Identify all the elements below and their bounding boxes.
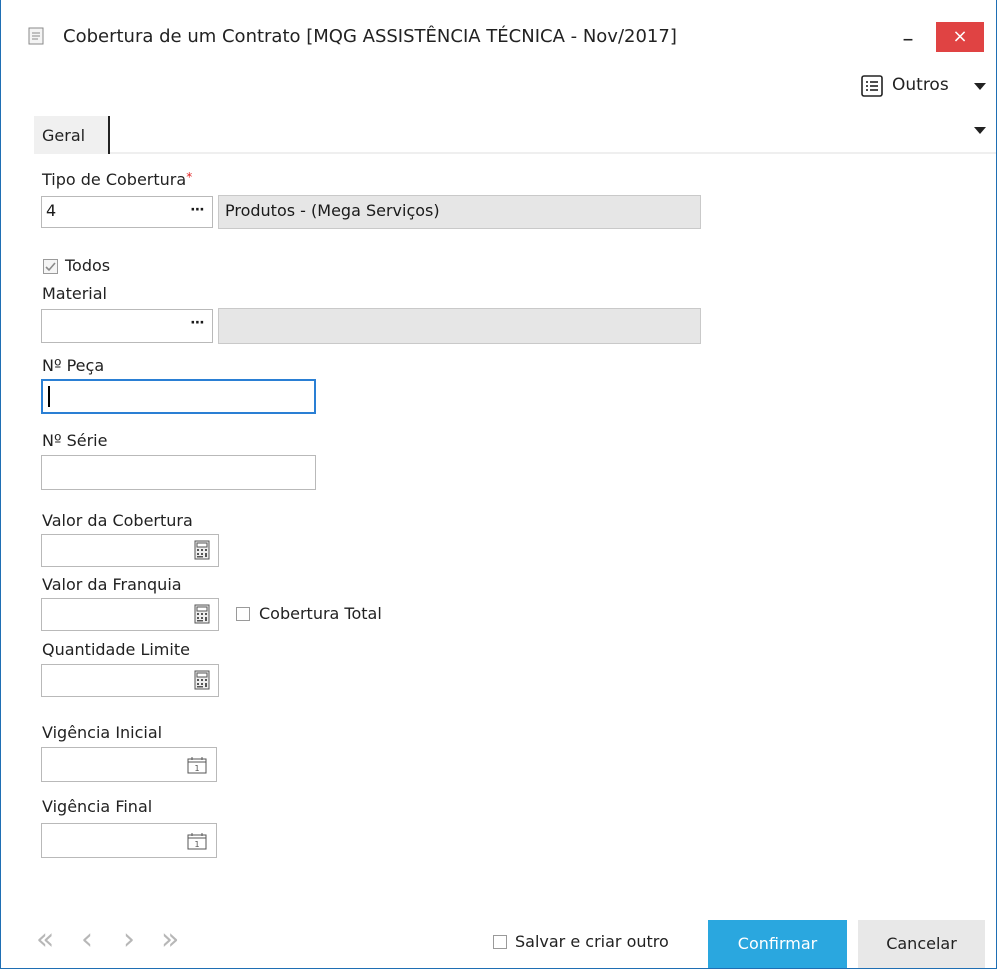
numero-peca-input[interactable] [41, 379, 316, 414]
tabs-overflow-chevron-icon[interactable] [974, 127, 986, 135]
todos-checkbox[interactable]: Todos [43, 256, 133, 278]
material-label: Material [42, 284, 107, 303]
salvar-criar-outro-checkbox[interactable]: Salvar e criar outro [493, 932, 703, 954]
nav-first-button[interactable]: « [36, 925, 68, 955]
vigencia-final-label: Vigência Final [42, 797, 153, 816]
tab-strip: Geral [34, 116, 996, 154]
checkbox-box [493, 935, 507, 949]
svg-text:1: 1 [194, 840, 199, 849]
list-icon [861, 75, 883, 97]
material-code-input[interactable] [41, 309, 186, 343]
chevron-down-icon [974, 83, 986, 90]
svg-text:1: 1 [194, 764, 199, 773]
calendar-icon[interactable]: 1 [187, 832, 207, 850]
window-icon [28, 27, 44, 45]
tipo-cobertura-code-input[interactable]: 4 [41, 196, 186, 228]
numero-serie-label: Nº Série [42, 431, 108, 450]
tab-geral[interactable]: Geral [34, 116, 110, 154]
calculator-icon[interactable] [194, 670, 210, 690]
calendar-icon[interactable]: 1 [187, 756, 207, 774]
cobertura-total-checkbox[interactable]: Cobertura Total [236, 604, 411, 626]
salvar-criar-outro-label: Salvar e criar outro [515, 932, 669, 951]
close-button[interactable]: × [936, 22, 984, 52]
valor-franquia-label: Valor da Franquia [42, 575, 182, 594]
calculator-icon[interactable] [194, 540, 210, 560]
quantidade-limite-label: Quantidade Limite [42, 640, 190, 659]
nav-next-button[interactable]: › [123, 925, 147, 955]
outros-menu[interactable]: Outros [861, 73, 991, 101]
checkbox-checked-icon [43, 259, 58, 274]
tipo-cobertura-label-text: Tipo de Cobertura [42, 170, 187, 189]
nav-last-button[interactable]: » [161, 925, 193, 955]
dialog-window: Cobertura de um Contrato [MQG ASSISTÊNCI… [0, 0, 997, 969]
vigencia-inicial-label: Vigência Inicial [42, 723, 163, 742]
todos-label: Todos [65, 256, 111, 275]
material-description [218, 308, 701, 344]
valor-cobertura-label: Valor da Cobertura [42, 511, 193, 530]
cancel-button[interactable]: Cancelar [858, 920, 985, 968]
tipo-cobertura-description: Produtos - (Mega Serviços) [218, 195, 701, 229]
checkbox-box [236, 607, 250, 621]
tipo-cobertura-label: Tipo de Cobertura* [42, 170, 192, 189]
cobertura-total-label: Cobertura Total [259, 604, 382, 623]
outros-label: Outros [892, 75, 949, 95]
title-bar: Cobertura de um Contrato [MQG ASSISTÊNCI… [1, 0, 996, 52]
numero-serie-input[interactable] [41, 455, 316, 490]
minimize-button[interactable]: – [897, 28, 919, 52]
confirm-button[interactable]: Confirmar [708, 920, 847, 968]
valor-franquia-input[interactable] [41, 598, 219, 631]
calculator-icon[interactable] [194, 604, 210, 624]
material-lookup-button[interactable]: ⋯ [184, 309, 213, 343]
tipo-cobertura-lookup-button[interactable]: ⋯ [184, 196, 213, 228]
tab-geral-label: Geral [42, 126, 86, 145]
quantidade-limite-input[interactable] [41, 664, 219, 697]
numero-peca-label: Nº Peça [42, 356, 105, 375]
window-title: Cobertura de um Contrato [MQG ASSISTÊNCI… [63, 26, 677, 47]
required-mark: * [186, 170, 193, 184]
nav-previous-button[interactable]: ‹ [81, 925, 105, 955]
text-cursor [48, 386, 50, 407]
valor-cobertura-input[interactable] [41, 534, 219, 567]
